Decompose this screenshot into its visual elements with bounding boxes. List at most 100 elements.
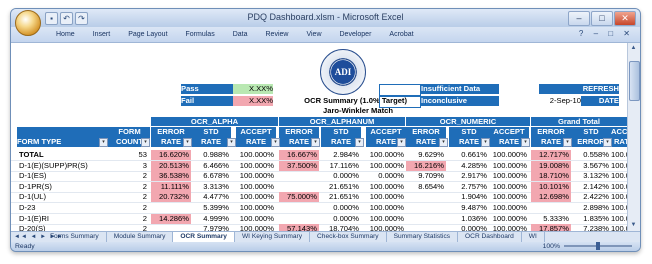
sheet-tab-wi[interactable]: WI bbox=[522, 232, 545, 242]
cell-n-std[interactable]: 2.917% bbox=[449, 171, 489, 181]
cell-an-err[interactable]: 37.500% bbox=[279, 160, 319, 171]
cell-g-err[interactable]: 12.717% bbox=[531, 150, 571, 160]
cell-n-err[interactable]: 9.709% bbox=[406, 171, 446, 181]
cell-an-err[interactable]: 16.667% bbox=[279, 150, 319, 160]
cell-a-acc[interactable]: 100.000% bbox=[236, 161, 276, 171]
sheet-tab-summary-statistics[interactable]: Summary Statistics bbox=[387, 232, 459, 242]
cell-an-std[interactable]: 2.984% bbox=[321, 150, 361, 160]
cell-g-std[interactable]: 3.567% bbox=[571, 161, 611, 171]
cell-a-std[interactable]: 4.477% bbox=[191, 192, 231, 202]
cell-g-std[interactable]: 2.142% bbox=[571, 182, 611, 192]
cell-a-acc[interactable]: 100.000% bbox=[236, 214, 276, 224]
cell-an-acc[interactable]: 100.000% bbox=[366, 182, 406, 192]
filter-dropdown-icon[interactable]: ▾ bbox=[439, 138, 448, 147]
filter-dropdown-icon[interactable]: ▾ bbox=[99, 138, 108, 147]
office-button-icon[interactable] bbox=[15, 10, 41, 36]
ribbon-tab-home[interactable]: Home bbox=[47, 29, 84, 40]
cell-n-err[interactable]: 16.216% bbox=[406, 160, 446, 171]
row-form-type[interactable]: D-23 bbox=[19, 203, 109, 213]
cell-g-err[interactable]: 10.101% bbox=[531, 181, 571, 192]
cell-n-acc[interactable]: 100.000% bbox=[489, 203, 529, 213]
cell-g-acc[interactable]: 100.000% bbox=[611, 161, 627, 171]
minimize-button[interactable]: – bbox=[568, 11, 590, 26]
ribbon-tab-review[interactable]: Review bbox=[257, 29, 298, 40]
row-form-type[interactable]: D-1(UL) bbox=[19, 192, 109, 202]
close-button[interactable]: ✕ bbox=[614, 11, 636, 26]
cell-a-err[interactable]: 20.513% bbox=[151, 160, 191, 171]
cell-g-acc[interactable]: 100.000% bbox=[611, 192, 627, 202]
cell-g-acc[interactable]: 100.000% bbox=[611, 182, 627, 192]
cell-a-std[interactable]: 5.399% bbox=[191, 203, 231, 213]
refresh-button[interactable]: REFRESH bbox=[539, 84, 619, 94]
row-form-type[interactable]: TOTAL bbox=[19, 150, 109, 160]
sheet-tab-module-summary[interactable]: Module Summary bbox=[107, 232, 174, 242]
cell-a-acc[interactable]: 100.000% bbox=[236, 224, 276, 231]
cell-an-acc[interactable]: 100.000% bbox=[366, 192, 406, 202]
cell-g-acc[interactable]: 100.000% bbox=[611, 203, 627, 213]
cell-an-err[interactable]: 75.000% bbox=[279, 192, 319, 203]
sheet-tab-wi-keying-summary[interactable]: WI Keying Summary bbox=[235, 232, 311, 242]
cell-n-acc[interactable]: 100.000% bbox=[489, 171, 529, 181]
cell-an-std[interactable]: 18.704% bbox=[321, 224, 361, 231]
filter-dropdown-icon[interactable]: ▾ bbox=[183, 138, 192, 147]
cell-n-acc[interactable]: 100.000% bbox=[489, 182, 529, 192]
row-form-count[interactable]: 3 bbox=[109, 161, 147, 171]
cell-n-std[interactable]: 1.036% bbox=[449, 214, 489, 224]
scroll-up-icon[interactable]: ▲ bbox=[629, 44, 638, 53]
cell-an-acc[interactable]: 100.000% bbox=[366, 203, 406, 213]
cell-g-acc[interactable]: 100.000% bbox=[611, 214, 627, 224]
cell-n-std[interactable]: 0.000% bbox=[449, 224, 489, 231]
cell-a-std[interactable]: 7.979% bbox=[191, 224, 231, 231]
ribbon-tab-developer[interactable]: Developer bbox=[331, 29, 381, 40]
cell-an-std[interactable]: 21.651% bbox=[321, 182, 361, 192]
cell-g-err[interactable]: 12.698% bbox=[531, 192, 571, 203]
ribbon-tab-formulas[interactable]: Formulas bbox=[177, 29, 224, 40]
cell-an-acc[interactable]: 100.000% bbox=[366, 224, 406, 231]
vertical-scrollbar[interactable]: ▲ ▼ bbox=[627, 43, 640, 231]
cell-n-std[interactable]: 4.285% bbox=[449, 161, 489, 171]
cell-g-std[interactable]: 7.238% bbox=[571, 224, 611, 231]
cell-a-acc[interactable]: 100.000% bbox=[236, 192, 276, 202]
row-form-count[interactable]: 53 bbox=[109, 150, 147, 160]
cell-n-std[interactable]: 1.904% bbox=[449, 192, 489, 202]
cell-g-acc[interactable]: 100.000% bbox=[611, 150, 627, 160]
cell-a-err[interactable]: 16.620% bbox=[151, 150, 191, 160]
cell-n-acc[interactable]: 100.000% bbox=[489, 150, 529, 160]
ribbon-tab-insert[interactable]: Insert bbox=[84, 29, 120, 40]
cell-a-acc[interactable]: 100.000% bbox=[236, 150, 276, 160]
cell-g-std[interactable]: 3.132% bbox=[571, 171, 611, 181]
ribbon-window-controls[interactable]: ? – □ ✕ bbox=[579, 29, 634, 38]
filter-dropdown-icon[interactable]: ▾ bbox=[227, 138, 236, 147]
scroll-down-icon[interactable]: ▼ bbox=[629, 221, 638, 230]
cell-g-acc[interactable]: 100.000% bbox=[611, 224, 627, 231]
cell-a-acc[interactable]: 100.000% bbox=[236, 171, 276, 181]
cell-an-std[interactable]: 0.000% bbox=[321, 214, 361, 224]
cell-n-acc[interactable]: 100.000% bbox=[489, 192, 529, 202]
filter-dropdown-icon[interactable]: ▾ bbox=[603, 138, 612, 147]
row-form-type[interactable]: D-1(E)RI bbox=[19, 214, 109, 224]
filter-dropdown-icon[interactable]: ▾ bbox=[355, 138, 364, 147]
row-form-count[interactable]: 2 bbox=[109, 182, 147, 192]
row-form-count[interactable]: 2 bbox=[109, 192, 147, 202]
cell-a-std[interactable]: 6.466% bbox=[191, 161, 231, 171]
filter-dropdown-icon[interactable]: ▾ bbox=[397, 138, 406, 147]
sheet-tab-ocr-dashboard[interactable]: OCR Dashboard bbox=[458, 232, 522, 242]
cell-n-acc[interactable]: 100.000% bbox=[489, 214, 529, 224]
cell-g-err[interactable]: 5.333% bbox=[531, 214, 571, 224]
row-form-type[interactable]: D-1(ES) bbox=[19, 171, 109, 181]
cell-an-std[interactable]: 0.000% bbox=[321, 171, 361, 181]
zoom-slider[interactable] bbox=[564, 242, 632, 250]
cell-a-err[interactable]: 14.286% bbox=[151, 213, 191, 224]
cell-an-std[interactable]: 21.651% bbox=[321, 192, 361, 202]
cell-g-std[interactable]: 2.898% bbox=[571, 203, 611, 213]
cell-an-std[interactable]: 0.000% bbox=[321, 203, 361, 213]
cell-an-std[interactable]: 17.116% bbox=[321, 161, 361, 171]
filter-dropdown-icon[interactable]: ▾ bbox=[141, 138, 150, 147]
cell-g-std[interactable]: 0.558% bbox=[571, 150, 611, 160]
cell-a-std[interactable]: 6.678% bbox=[191, 171, 231, 181]
cell-a-acc[interactable]: 100.000% bbox=[236, 203, 276, 213]
row-form-count[interactable]: 2 bbox=[109, 203, 147, 213]
row-form-type[interactable]: D-1PR(S) bbox=[19, 182, 109, 192]
filter-dropdown-icon[interactable]: ▾ bbox=[271, 138, 280, 147]
cell-g-std[interactable]: 2.422% bbox=[571, 192, 611, 202]
